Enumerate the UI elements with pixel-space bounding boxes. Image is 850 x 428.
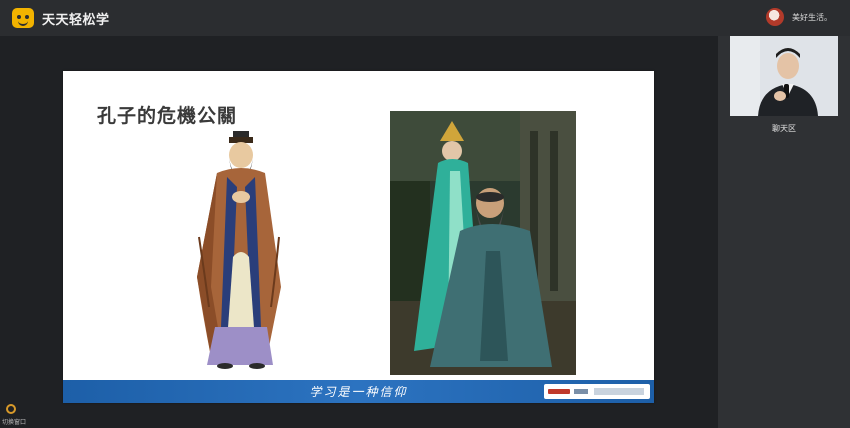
top-bar: 天天轻松学 美好生活。 (0, 0, 850, 36)
chat-area-label[interactable]: 聊天区 (718, 123, 850, 134)
user-name[interactable]: 美好生活。 (792, 12, 832, 23)
slide-title: 孔子的危機公關 (97, 105, 238, 127)
right-panel: 聊天区 (718, 36, 850, 428)
presenter-webcam[interactable] (730, 36, 838, 116)
user-avatar-icon[interactable] (766, 8, 784, 26)
switch-window-icon[interactable] (6, 404, 16, 414)
slide-footer: 学习是一种信仰 (63, 380, 654, 403)
slide: 孔子的危機公關 学习是一种信仰 (63, 71, 654, 403)
partner-logos (544, 384, 650, 399)
confucius-portrait (197, 131, 281, 369)
drama-still (390, 111, 576, 375)
smiley-logo-icon (12, 8, 34, 28)
switch-window-label[interactable]: 切换窗口 (2, 417, 26, 426)
app-title: 天天轻松学 (42, 13, 110, 28)
